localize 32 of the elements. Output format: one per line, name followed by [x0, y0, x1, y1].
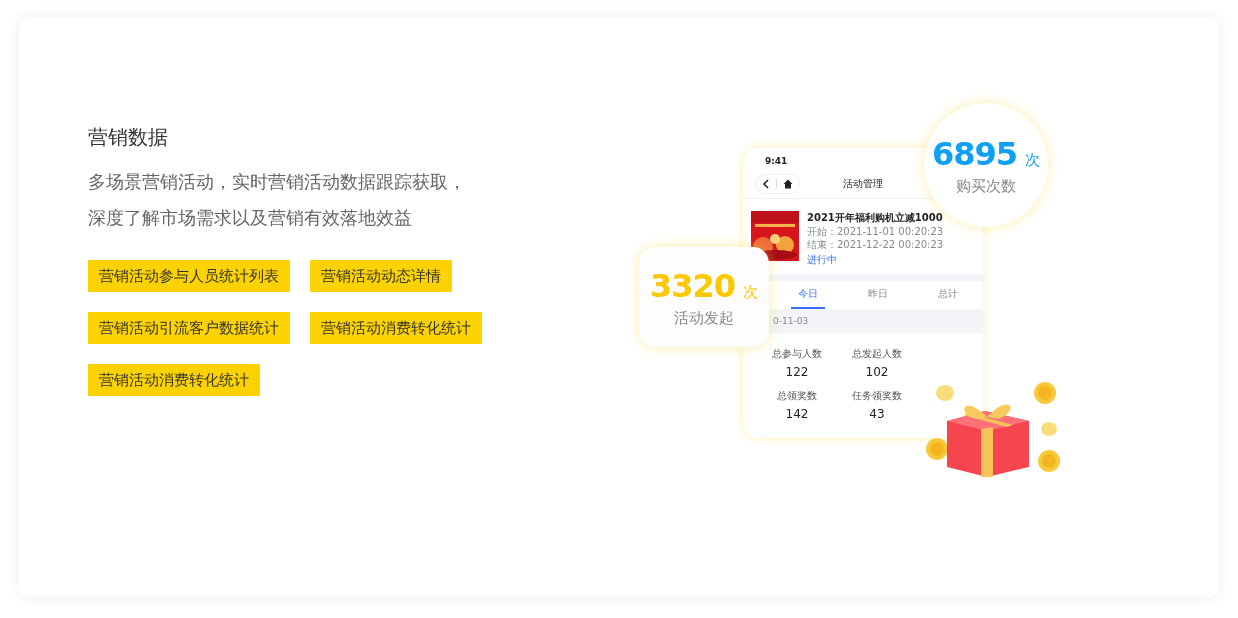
start-time: 开始：2021-11-01 00:20:23 [807, 225, 944, 238]
stat-value: 43 [869, 407, 885, 421]
unit-text: 次 [743, 282, 759, 302]
stat-value: 122 [785, 365, 809, 379]
stat-label: 总发起人数 [852, 347, 902, 361]
feature-tag: 营销活动引流客户数据统计 [88, 312, 290, 344]
home-icon[interactable] [783, 179, 793, 189]
period-tab[interactable]: 总计 [913, 281, 983, 309]
date-text: 0-11-03 [773, 316, 809, 326]
feature-tag: 营销活动参与人员统计列表 [88, 260, 290, 292]
feature-tag: 营销活动消费转化统计 [88, 364, 260, 396]
description-text: 深度了解市场需求以及营销有效落地效益 [88, 206, 412, 230]
unit-text: 次 [1025, 150, 1041, 170]
activity-name: 2021开年福利购机立减1000 [807, 211, 944, 225]
activity-status: 进行中 [807, 253, 838, 267]
stat-number: 6895 [931, 134, 1018, 173]
stat-caption: 活动发起 [674, 308, 734, 328]
back-icon[interactable] [762, 179, 770, 189]
end-time: 结束：2021-12-22 00:20:23 [807, 238, 944, 251]
feature-tag: 营销活动消费转化统计 [310, 312, 482, 344]
page-title: 活动管理 [842, 177, 884, 191]
feature-tag: 营销活动动态详情 [310, 260, 452, 292]
stat-value: 142 [785, 407, 809, 421]
stat-number: 3320 [649, 266, 736, 305]
period-tab[interactable]: 昨日 [843, 281, 913, 309]
stat-caption: 购买次数 [956, 176, 1016, 196]
stat-label: 任务领奖数 [852, 389, 902, 403]
description-text: 多场景营销活动，实时营销活动数据跟踪获取， [88, 170, 466, 194]
stat-label: 总领奖数 [777, 389, 817, 403]
stat-label: 总参与人数 [772, 347, 822, 361]
stat-value: 102 [865, 365, 889, 379]
section-title: 营销数据 [88, 124, 169, 151]
